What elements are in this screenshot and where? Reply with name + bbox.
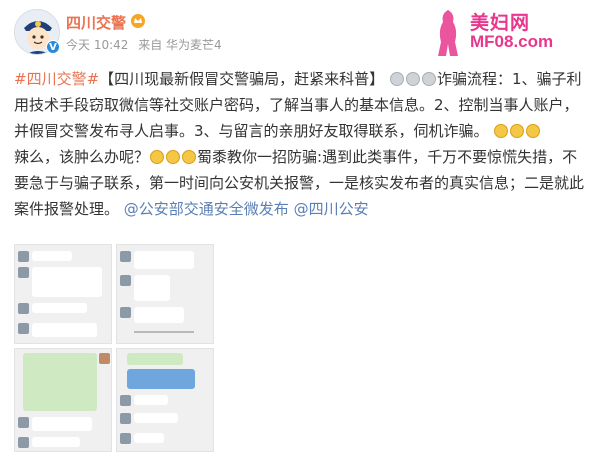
post-paragraph-2: 辣么，该肿么办呢？ 蜀黍教你一招防骗:遇到此类事件，千万不要惊慌失措，不要急于与骗… [14,144,588,222]
chat-divider [134,331,194,333]
chat-avatar [18,417,29,428]
post-paragraph-1: #四川交警#【四川现最新假冒交警骗局，赶紧来科普】 诈骗流程：1、骗子利用技术手… [14,66,588,144]
chat-avatar [18,323,29,334]
emoji-icon [421,72,436,86]
post-time[interactable]: 今天 10:42 [66,38,128,52]
chat-avatar [18,267,29,278]
emoji-icon [510,124,525,138]
chat-avatar [120,395,131,406]
crown-icon [131,14,145,28]
chat-bubble [32,303,87,313]
chat-bubble [23,353,97,411]
hashtag-link[interactable]: #四川交警# [14,70,99,88]
chat-avatar [18,437,29,448]
chat-bubble [32,417,92,431]
emoji-icon [405,72,420,86]
chat-avatar [120,413,131,424]
chat-bubble [32,323,97,337]
mention-link[interactable]: @公安部交通安全微发布 [124,200,289,218]
chat-avatar [120,433,131,444]
verified-v-icon: V [46,40,60,54]
chat-bubble [127,369,195,389]
account-name[interactable]: 四川交警 [66,12,126,33]
chat-bubble [134,413,178,423]
chat-bubble [134,307,184,323]
chat-avatar [120,251,131,262]
emoji-icon [526,124,541,138]
chat-screenshot-image[interactable] [116,348,214,452]
chat-bubble [32,251,72,261]
chat-avatar [18,303,29,314]
chat-bubble [134,251,194,269]
chat-bubble [32,437,80,447]
post-question: 辣么，该肿么办呢？ [14,148,150,166]
post-images [14,244,214,454]
chat-screenshot-image[interactable] [14,348,112,452]
emoji-icon [389,72,404,86]
chat-bubble [134,275,170,301]
chat-bubble [134,395,168,405]
chat-screenshot-image[interactable] [116,244,214,344]
chat-avatar [99,353,110,364]
chat-avatar [120,307,131,318]
watermark-site-name: 美妇网 [470,12,531,34]
emoji-icon [182,150,197,164]
post-source: 来自 华为麦芒4 [138,38,222,52]
chat-avatar [18,251,29,262]
chat-avatar [120,275,131,286]
chat-bubble [127,353,183,365]
emoji-icon [166,150,181,164]
emoji-icon [150,150,165,164]
watermark-logo-icon [438,10,458,56]
chat-screenshot-image[interactable] [14,244,112,344]
post-headline: 【四川现最新假冒交警骗局，赶紧来科普】 [99,70,385,88]
mention-link[interactable]: @四川公安 [294,200,369,218]
watermark-site-domain: MF08.com [470,32,554,51]
post-meta: 今天 10:42 来自 华为麦芒4 [66,36,228,53]
post-body: #四川交警#【四川现最新假冒交警骗局，赶紧来科普】 诈骗流程：1、骗子利用技术手… [14,66,588,222]
chat-bubble [32,267,102,297]
emoji-icon [494,124,509,138]
chat-bubble [134,433,164,443]
